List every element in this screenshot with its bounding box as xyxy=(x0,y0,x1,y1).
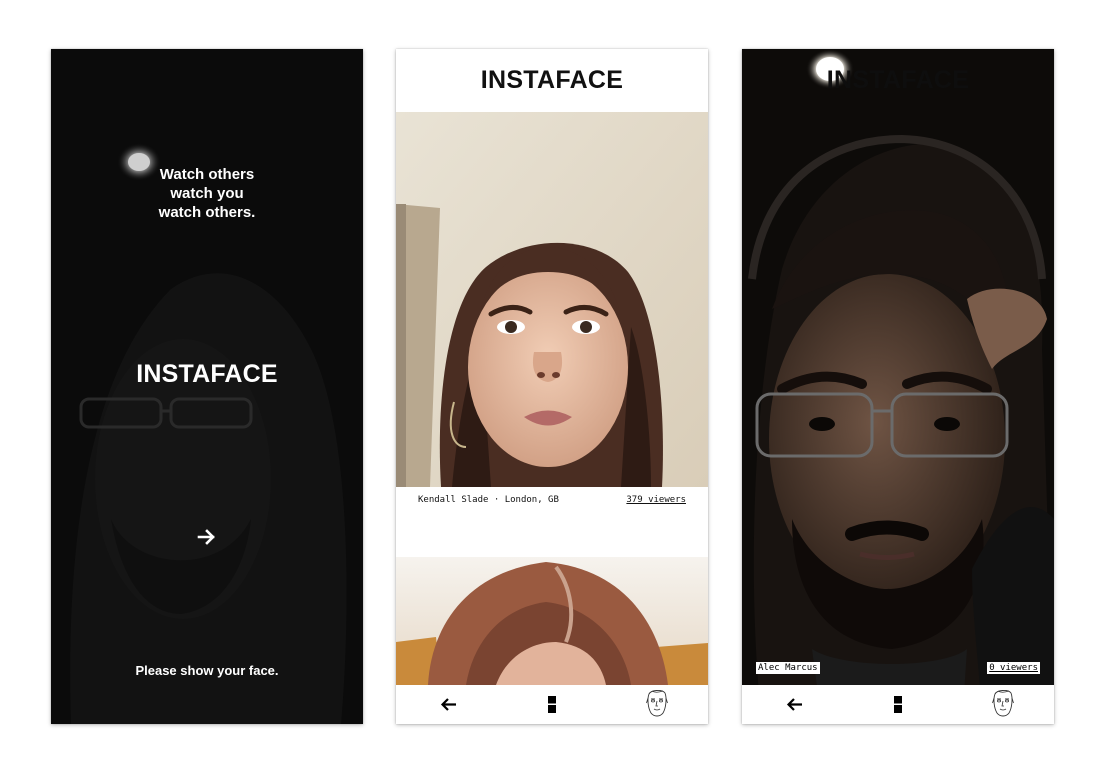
face-sketch-icon[interactable] xyxy=(646,688,668,718)
tagline-line-3: watch others. xyxy=(158,204,256,221)
splash-screen: Watch others watch you watch others. INS… xyxy=(51,49,363,724)
tagline-line-2: watch you xyxy=(170,185,244,202)
feed-icon[interactable] xyxy=(548,696,556,713)
feed-photo-next[interactable] xyxy=(396,557,708,685)
header-title: INSTAFACE xyxy=(826,66,970,94)
camera-feed-self xyxy=(742,49,1054,724)
post-caption: Kendall Slade · London, GB 379 viewers xyxy=(396,487,708,557)
feed-photo-kendall[interactable] xyxy=(396,112,708,487)
bottom-nav-bar xyxy=(742,685,1054,724)
feed-screen: INSTAFACE Kendall Slade · London, GB 379… xyxy=(396,49,708,724)
self-view-screen: INSTAFACE Alec Marcus 0 viewers xyxy=(742,49,1054,724)
tagline: Watch others watch you watch others. xyxy=(51,165,363,222)
feed-icon[interactable] xyxy=(894,696,902,713)
app-header: INSTAFACE xyxy=(742,49,1054,112)
post-viewers-link[interactable]: 379 viewers xyxy=(626,495,686,505)
arrow-left-icon[interactable] xyxy=(786,697,803,712)
post-author-location: Kendall Slade · London, GB xyxy=(418,495,559,505)
viewers-count-link[interactable]: 0 viewers xyxy=(987,662,1040,674)
tagline-line-1: Watch others xyxy=(159,166,255,183)
face-sketch-icon[interactable] xyxy=(992,688,1014,718)
show-face-prompt: Please show your face. xyxy=(135,663,279,678)
bottom-nav-bar xyxy=(396,685,708,724)
app-header: INSTAFACE xyxy=(396,49,708,112)
user-name-label: Alec Marcus xyxy=(756,662,820,674)
arrow-right-icon[interactable] xyxy=(197,527,217,547)
header-title: INSTAFACE xyxy=(480,66,624,94)
arrow-left-icon[interactable] xyxy=(440,697,457,712)
brand-title: INSTAFACE xyxy=(136,360,278,388)
